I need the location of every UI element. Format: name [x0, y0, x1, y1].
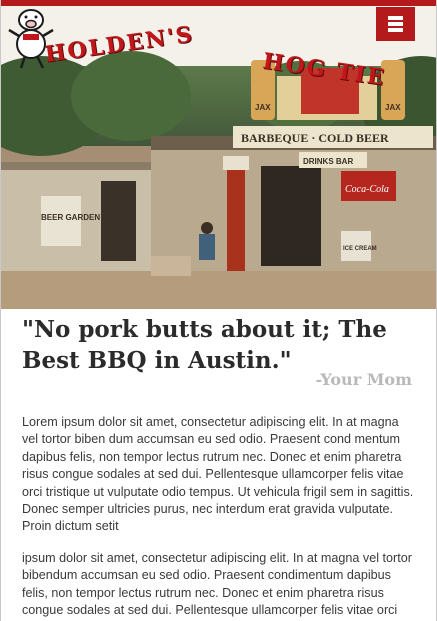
- roof-sign: BARBEQUE · COLD BEER: [241, 131, 389, 145]
- hamburger-menu-icon-bar: [388, 22, 403, 26]
- paragraph: Lorem ipsum dolor sit amet, consectetur …: [22, 415, 414, 534]
- hero-photo: BARBEQUE · COLD BEER DRINKS BAR Coca-Col…: [1, 6, 436, 309]
- pig-mascot-icon: [8, 9, 54, 69]
- page-frame: BARBEQUE · COLD BEER DRINKS BAR Coca-Col…: [0, 0, 437, 621]
- hamburger-menu-icon-bar: [388, 28, 403, 32]
- jax-sign-right: JAX: [385, 103, 401, 112]
- jax-sign-left: JAX: [255, 103, 271, 112]
- ice-cream-sign: ICE CREAM: [343, 246, 377, 252]
- content-body: Lorem ipsum dolor sit amet, consectetur …: [22, 414, 418, 621]
- beer-garden-sign: BEER GARDEN: [41, 213, 100, 222]
- menu-button[interactable]: [376, 7, 415, 41]
- quote-attribution: -Your Mom: [315, 370, 412, 389]
- drinks-sign: DRINKS BAR: [303, 157, 353, 166]
- paragraph: ipsum dolor sit amet, consectetur adipis…: [22, 550, 412, 621]
- cola-sign: Coca-Cola: [345, 184, 389, 195]
- quote-text: "No pork butts about it; The Best BBQ in…: [22, 316, 387, 374]
- hamburger-menu-icon: [388, 16, 403, 20]
